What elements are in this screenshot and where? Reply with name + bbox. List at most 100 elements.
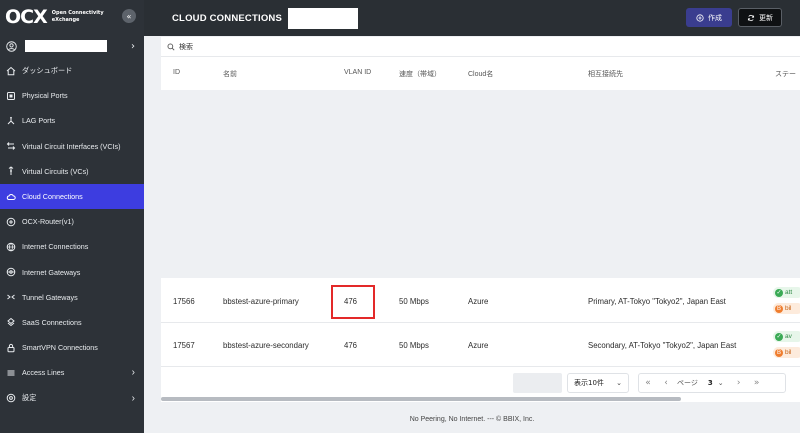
create-button-label: 作成 bbox=[708, 13, 722, 22]
page-header: CLOUD CONNECTIONS 作成 更新 bbox=[144, 0, 800, 36]
title-redacted-box bbox=[288, 7, 359, 29]
internet-icon bbox=[6, 242, 16, 252]
billing-badge-label: bil bbox=[785, 305, 792, 312]
empty-table-area bbox=[161, 90, 800, 278]
prev-page-button[interactable]: ‹ bbox=[657, 378, 675, 388]
sidebar-item-label: Virtual Circuits (VCs) bbox=[22, 166, 89, 176]
sidebar-item-internet-gateways[interactable]: Internet Gateways bbox=[0, 260, 144, 285]
sidebar-item-ocx-router[interactable]: OCX-Router(v1) bbox=[0, 209, 144, 234]
sidebar-item-label: SmartVPN Connections bbox=[22, 343, 98, 353]
sidebar-item-vcis[interactable]: Virtual Circuit Interfaces (VCIs) bbox=[0, 134, 144, 159]
check-icon: ✓ bbox=[775, 288, 783, 297]
horizontal-scrollbar[interactable] bbox=[161, 397, 681, 401]
cell-cloud: Azure bbox=[468, 297, 489, 306]
sidebar-item-cloud-connections[interactable]: Cloud Connections bbox=[0, 183, 144, 210]
search-input[interactable]: 検索 bbox=[161, 37, 800, 57]
refresh-icon bbox=[747, 14, 755, 21]
tunnel-icon bbox=[7, 294, 15, 300]
access-lines-icon bbox=[7, 370, 15, 376]
main-content: CLOUD CONNECTIONS 作成 更新 検索 ID 名前 VLAN ID… bbox=[144, 0, 800, 433]
status-badge-label: av bbox=[785, 333, 792, 340]
cell-cloud: Azure bbox=[468, 341, 489, 350]
chevron-down-icon: ⌄ bbox=[616, 379, 622, 387]
sidebar-item-label: Virtual Circuit Interfaces (VCIs) bbox=[22, 141, 121, 151]
column-header-speed[interactable]: 速度（帯域） bbox=[399, 69, 441, 79]
sidebar-item-label: 設定 bbox=[22, 393, 37, 403]
settings-icon bbox=[6, 393, 16, 403]
column-header-name[interactable]: 名前 bbox=[223, 69, 237, 79]
create-button[interactable]: 作成 bbox=[686, 8, 732, 27]
sidebar-item-label: Internet Connections bbox=[22, 242, 89, 252]
table-row[interactable]: 17566 bbstest-azure-primary 476 50 Mbps … bbox=[161, 279, 800, 323]
sidebar-item-settings[interactable]: 設定 › bbox=[0, 385, 144, 410]
brand: OCX Open Connectivity eXchange « bbox=[0, 0, 144, 34]
column-header-vlan-id[interactable]: VLAN ID bbox=[344, 69, 371, 76]
search-placeholder: 検索 bbox=[179, 42, 193, 51]
gateway-icon bbox=[6, 267, 16, 277]
user-icon bbox=[6, 40, 17, 52]
sidebar-item-label: LAG Ports bbox=[22, 116, 56, 126]
lag-icon bbox=[7, 116, 15, 125]
footer-text: No Peering, No Internet. --- © BBIX, Inc… bbox=[409, 416, 535, 423]
billing-icon: B bbox=[775, 348, 783, 357]
next-page-button[interactable]: › bbox=[730, 378, 748, 388]
cloud-icon bbox=[6, 193, 16, 200]
billing-badge: B bil bbox=[773, 347, 800, 358]
sidebar-item-physical-ports[interactable]: Physical Ports bbox=[0, 83, 144, 108]
collapse-sidebar-button[interactable]: « bbox=[122, 9, 136, 23]
chevron-right-icon: › bbox=[131, 392, 135, 404]
column-header-peer[interactable]: 相互接続先 bbox=[588, 69, 623, 79]
status-badge: ✓ att bbox=[773, 287, 800, 298]
user-menu[interactable]: › bbox=[0, 34, 144, 58]
column-header-cloud[interactable]: Cloud名 bbox=[468, 69, 493, 79]
ocx-logo[interactable]: OCX bbox=[5, 7, 48, 27]
vpn-icon bbox=[7, 343, 15, 352]
last-page-button[interactable]: » bbox=[748, 378, 766, 388]
billing-icon: B bbox=[775, 304, 783, 313]
plus-circle-icon bbox=[696, 13, 704, 22]
cell-name[interactable]: bbstest-azure-primary bbox=[223, 297, 299, 306]
sidebar-item-access-lines[interactable]: Access Lines › bbox=[0, 360, 144, 385]
status-badge-label: att bbox=[785, 289, 793, 296]
cell-name[interactable]: bbstest-azure-secondary bbox=[223, 341, 309, 350]
chevron-right-icon: › bbox=[131, 40, 135, 52]
sidebar-item-dashboard[interactable]: ダッシュボード bbox=[0, 58, 144, 83]
sidebar-item-vcs[interactable]: Virtual Circuits (VCs) bbox=[0, 159, 144, 184]
user-name-redacted bbox=[25, 40, 107, 52]
sidebar-item-lag-ports[interactable]: LAG Ports bbox=[0, 108, 144, 133]
saas-icon bbox=[7, 318, 15, 327]
home-icon bbox=[6, 66, 16, 75]
sidebar-item-internet-connections[interactable]: Internet Connections bbox=[0, 234, 144, 259]
cell-peer: Secondary, AT-Tokyo "Tokyo2", Japan East bbox=[588, 341, 737, 350]
cell-vlan-id: 476 bbox=[344, 297, 358, 306]
sidebar: OCX Open Connectivity eXchange « › ダッシュボ… bbox=[0, 0, 144, 433]
per-page-select[interactable]: 表示10件 ⌄ bbox=[567, 373, 629, 393]
per-page-value: 表示10件 bbox=[574, 379, 604, 387]
pagination: « ‹ ページ 3 ⌄ › » bbox=[638, 373, 786, 393]
sidebar-item-label: Tunnel Gateways bbox=[22, 292, 78, 302]
refresh-button[interactable]: 更新 bbox=[738, 8, 782, 27]
chevron-down-icon: ⌄ bbox=[717, 379, 724, 387]
sidebar-item-label: ダッシュボード bbox=[22, 65, 73, 75]
status-badge: ✓ av bbox=[773, 331, 800, 342]
current-page-select[interactable]: 3 bbox=[708, 379, 713, 387]
chevron-right-icon: › bbox=[131, 367, 135, 379]
sidebar-item-tunnel-gateways[interactable]: Tunnel Gateways bbox=[0, 285, 144, 310]
cell-id: 17567 bbox=[173, 341, 195, 350]
column-header-id[interactable]: ID bbox=[173, 69, 180, 76]
first-page-button[interactable]: « bbox=[639, 378, 657, 388]
sidebar-item-label: Internet Gateways bbox=[22, 267, 81, 277]
vc-icon bbox=[8, 166, 14, 176]
column-header-status[interactable]: ステー bbox=[775, 69, 796, 79]
sidebar-item-saas-connections[interactable]: SaaS Connections bbox=[0, 310, 144, 335]
cell-speed: 50 Mbps bbox=[399, 341, 429, 350]
pagination-summary-redacted bbox=[513, 373, 562, 393]
sidebar-item-smartvpn-connections[interactable]: SmartVPN Connections bbox=[0, 335, 144, 360]
table-row[interactable]: 17567 bbstest-azure-secondary 476 50 Mbp… bbox=[161, 323, 800, 367]
check-icon: ✓ bbox=[775, 332, 783, 341]
refresh-button-label: 更新 bbox=[759, 13, 773, 22]
brand-line-2: eXchange bbox=[51, 17, 80, 23]
port-icon bbox=[7, 91, 15, 100]
cell-peer: Primary, AT-Tokyo "Tokyo2", Japan East bbox=[588, 297, 726, 306]
sidebar-item-label: Cloud Connections bbox=[22, 192, 83, 202]
